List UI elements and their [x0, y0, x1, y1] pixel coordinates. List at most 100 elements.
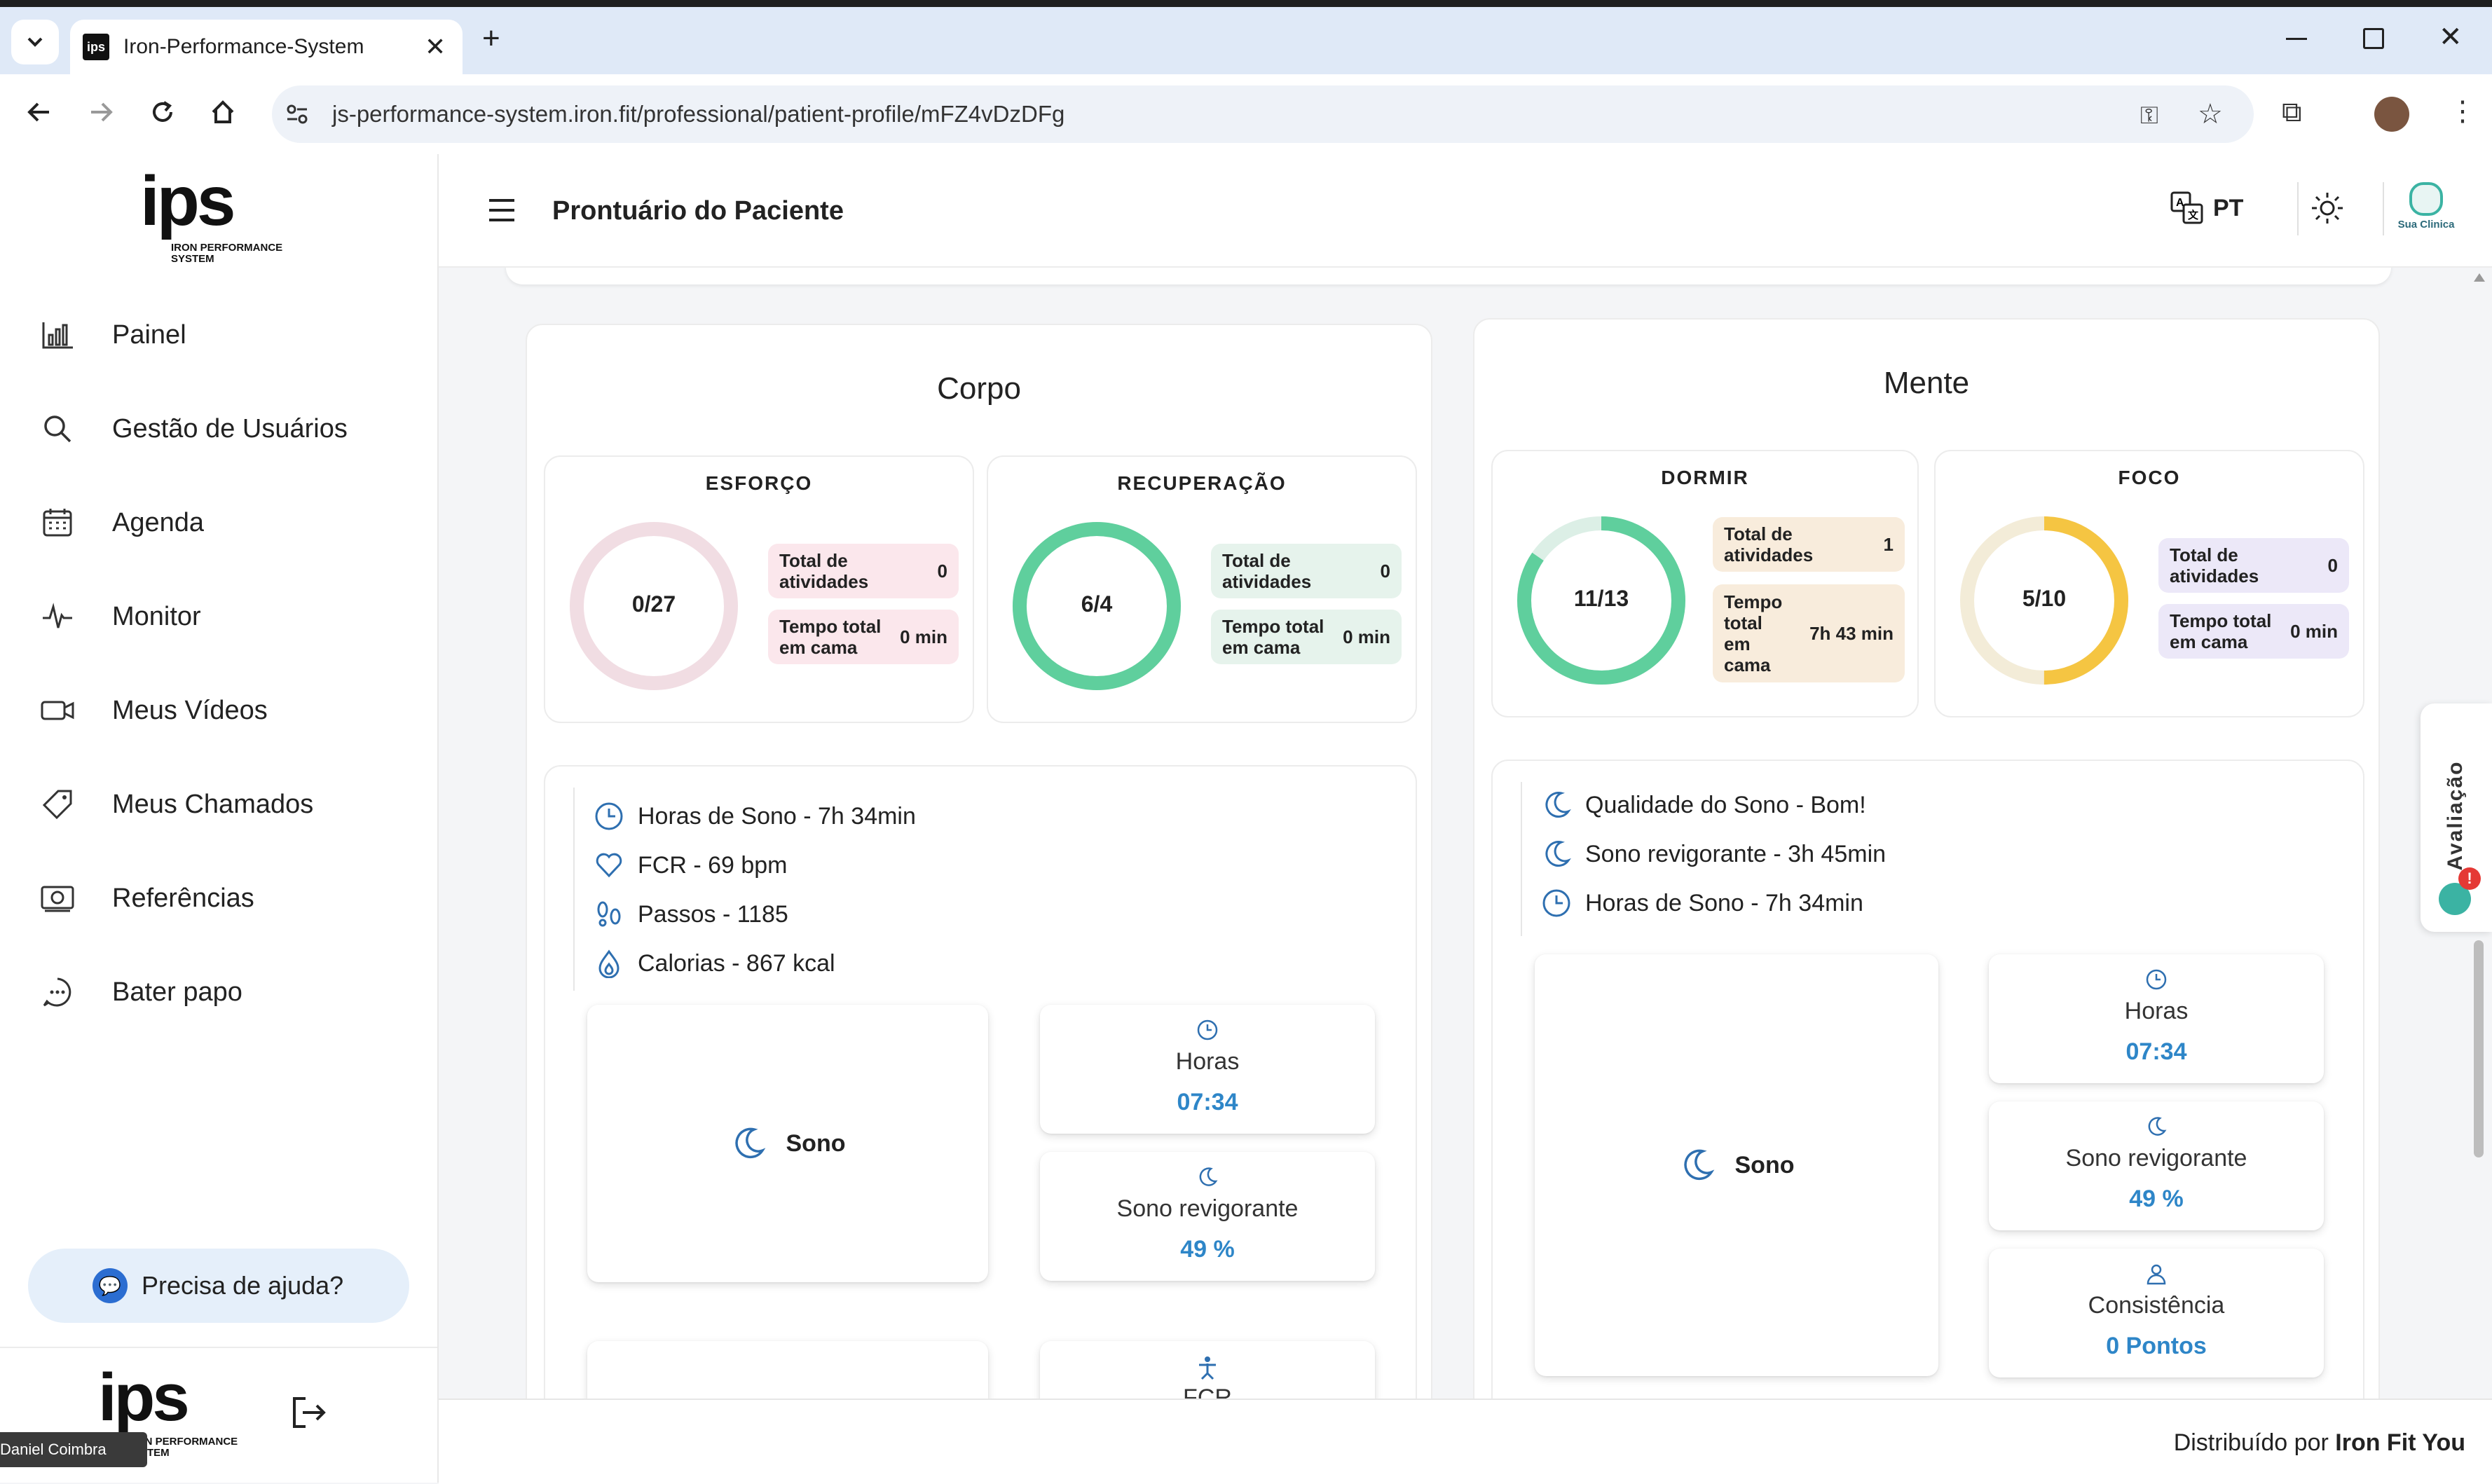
browser-tab[interactable]: ips Iron-Performance-System ✕: [70, 20, 463, 74]
sidebar-item-gestao-usuarios[interactable]: Gestão de Usuários: [39, 401, 348, 457]
window-top-edge: [0, 0, 2492, 7]
scrollbar-thumb[interactable]: [2474, 940, 2484, 1157]
sidebar-item-label: Bater papo: [112, 977, 242, 1007]
sidebar-item-meus-videos[interactable]: Meus Vídeos: [39, 682, 268, 738]
address-bar[interactable]: js-performance-system.iron.fit/professio…: [272, 85, 2254, 143]
search-icon: [39, 411, 76, 447]
language-selector[interactable]: A文 PT: [2170, 191, 2243, 226]
moon-icon: [1199, 1167, 1218, 1186]
sidebar-item-referencias[interactable]: Referências: [39, 870, 254, 926]
bar-chart-icon: [39, 317, 76, 353]
info-horas-sono: Horas de Sono - 7h 34min: [1542, 888, 1863, 918]
sidebar-divider: [0, 1347, 437, 1348]
person-icon: [1199, 1356, 1216, 1380]
foco-tempo-pill: Tempo total em cama 0 min: [2158, 604, 2349, 659]
moon-icon: [1545, 792, 1571, 818]
sidebar-item-label: Referências: [112, 883, 254, 913]
app-header: Prontuário do Paciente A文 PT Sua Clinica: [439, 154, 2492, 268]
browser-menu-icon[interactable]: ⋮: [2449, 95, 2477, 128]
info-list-divider: [1521, 782, 1522, 936]
new-tab-button[interactable]: +: [482, 21, 500, 56]
svg-text:文: 文: [2188, 209, 2199, 221]
extensions-icon[interactable]: ⧉: [2282, 97, 2302, 128]
app-footer: Distribuído por Iron Fit You: [439, 1399, 2492, 1484]
moon-icon: [734, 1127, 765, 1159]
url-text: js-performance-system.iron.fit/professio…: [332, 101, 1065, 127]
restore-button[interactable]: [2363, 28, 2384, 49]
flame-icon: [598, 949, 619, 978]
home-button[interactable]: [209, 98, 237, 130]
user-icon: [2147, 1264, 2166, 1285]
sidebar-item-monitor[interactable]: Monitor: [39, 589, 201, 645]
mente-revigorante-tile[interactable]: Sono revigorante 49 %: [1989, 1101, 2324, 1230]
user-video-overlay: Daniel Coimbra: [0, 1432, 147, 1467]
foco-title: FOCO: [2118, 467, 2181, 488]
dormir-title: DORMIR: [1661, 467, 1749, 488]
corpo-revigorante-tile[interactable]: Sono revigorante 49 %: [1040, 1152, 1375, 1281]
sidebar-item-agenda[interactable]: Agenda: [39, 495, 204, 551]
corpo-card: Corpo ESFORÇO 0/27 Total de atividades 0 …: [526, 324, 1432, 1399]
clock-icon: [1197, 1019, 1218, 1040]
reload-button[interactable]: [149, 98, 177, 130]
arrow-left-icon: [27, 102, 49, 122]
close-tab-icon[interactable]: ✕: [425, 32, 446, 62]
mente-consistencia-tile[interactable]: Consistência 0 Pontos: [1989, 1249, 2324, 1377]
tab-list-button[interactable]: [11, 20, 59, 64]
sidebar-item-label: Gestão de Usuários: [112, 413, 348, 444]
video-icon: [39, 692, 76, 729]
minimize-button[interactable]: [2286, 38, 2307, 40]
site-info-icon[interactable]: [283, 99, 311, 128]
profile-avatar[interactable]: [2374, 97, 2409, 132]
mente-sono-tile[interactable]: Sono: [1535, 954, 1938, 1376]
esforco-ring: 0/27: [566, 518, 741, 694]
close-window-button[interactable]: ✕: [2439, 21, 2463, 53]
brand-logo[interactable]: ips IRON PERFORMANCE SYSTEM: [140, 166, 282, 265]
clock-icon: [595, 802, 623, 830]
sidebar-item-bater-papo[interactable]: Bater papo: [39, 964, 242, 1020]
info-fcr: FCR - 69 bpm: [594, 851, 788, 880]
main-content: Corpo ESFORÇO 0/27 Total de atividades 0 …: [439, 268, 2492, 1399]
arrow-right-icon: [91, 102, 113, 122]
info-calorias: Calorias - 867 kcal: [594, 949, 835, 978]
logout-icon[interactable]: [289, 1393, 328, 1436]
avaliacao-side-tab[interactable]: Avaliação !: [2421, 703, 2492, 932]
sun-icon[interactable]: [2310, 191, 2345, 229]
clinic-logo[interactable]: Sua Clinica: [2391, 182, 2461, 238]
ticket-icon: [39, 786, 76, 823]
key-icon[interactable]: ⚿: [2140, 102, 2158, 130]
home-icon: [212, 100, 234, 123]
header-divider: [2383, 182, 2384, 235]
corpo-sono-tile[interactable]: Sono: [587, 1005, 988, 1282]
bookmark-star-icon[interactable]: ☆: [2198, 98, 2223, 130]
money-icon: [39, 880, 76, 916]
chevron-down-icon: [27, 37, 43, 47]
footer-logo[interactable]: ips IRON PERFORMANCE SYSTEM: [98, 1364, 238, 1459]
mente-card: Mente DORMIR 11/13 Total de atividades 1 …: [1473, 318, 2380, 1399]
sidebar-item-label: Agenda: [112, 507, 205, 537]
footer-credit: Distribuído por Iron Fit You: [2173, 1429, 2465, 1456]
clock-icon: [2146, 969, 2167, 990]
esforco-card: ESFORÇO 0/27 Total de atividades 0 Tempo …: [544, 455, 974, 723]
recuperacao-total-pill: Total de atividades 0: [1211, 544, 1402, 598]
forward-button[interactable]: [87, 98, 115, 130]
corpo-horas-tile[interactable]: Horas 07:34: [1040, 1005, 1375, 1134]
recuperacao-tempo-pill: Tempo total em cama 0 min: [1211, 610, 1402, 664]
sidebar-item-meus-chamados[interactable]: Meus Chamados: [39, 776, 313, 832]
esforco-title: ESFORÇO: [705, 472, 813, 494]
corpo-fcr-tile[interactable]: FCR: [1040, 1341, 1375, 1399]
corpo-next-tile[interactable]: [587, 1341, 988, 1399]
recuperacao-card: RECUPERAÇÃO 6/4 Total de atividades 0 Tem…: [987, 455, 1417, 723]
recuperacao-title: RECUPERAÇÃO: [1117, 472, 1287, 494]
foco-card: FOCO 5/10 Total de atividades 0 Tempo tot…: [1934, 450, 2364, 717]
menu-toggle-icon[interactable]: [488, 198, 516, 226]
sidebar-item-label: Meus Vídeos: [112, 695, 268, 725]
mente-horas-tile[interactable]: Horas 07:34: [1989, 954, 2324, 1083]
back-button[interactable]: [25, 98, 53, 130]
footsteps-icon: [597, 901, 621, 927]
translate-icon: A文: [2170, 191, 2203, 224]
sidebar-item-painel[interactable]: Painel: [39, 307, 186, 363]
foco-ring: 5/10: [1957, 513, 2132, 688]
scroll-up-arrow[interactable]: [2474, 273, 2485, 282]
help-button[interactable]: 💬 Precisa de ajuda?: [28, 1249, 409, 1323]
chat-icon: [39, 974, 76, 1010]
